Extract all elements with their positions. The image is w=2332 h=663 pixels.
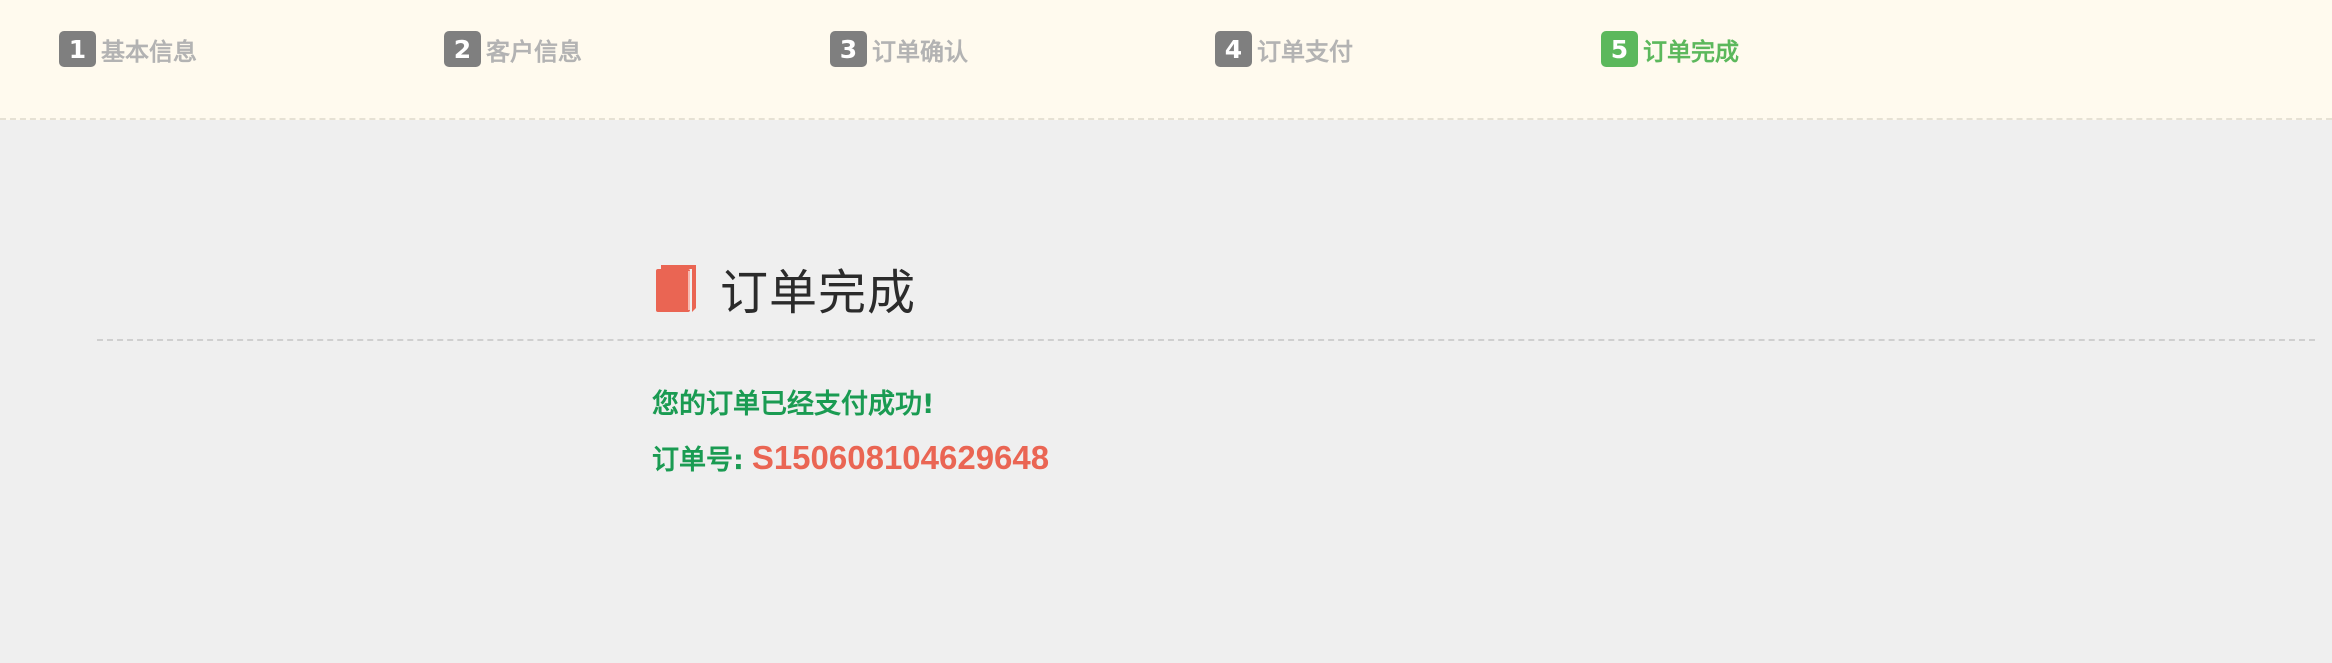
step-label: 订单完成 bbox=[1643, 37, 1739, 66]
step-number: 5 bbox=[1601, 31, 1638, 67]
step-label: 基本信息 bbox=[101, 37, 197, 66]
step-label: 订单支付 bbox=[1257, 37, 1353, 66]
step-customer-info[interactable]: 2 客户信息 bbox=[444, 31, 582, 67]
step-order-complete[interactable]: 5 订单完成 bbox=[1601, 31, 1739, 67]
payment-success-message: 您的订单已经支付成功! bbox=[652, 389, 935, 420]
step-number: 2 bbox=[444, 31, 481, 67]
step-number: 4 bbox=[1215, 31, 1252, 67]
step-order-payment[interactable]: 4 订单支付 bbox=[1215, 31, 1353, 67]
book-icon bbox=[656, 265, 696, 312]
order-number-row: 订单号: S150608104629648 bbox=[652, 438, 1049, 477]
title-divider bbox=[97, 339, 2315, 341]
page-title-row: 订单完成 bbox=[654, 258, 916, 321]
step-number: 1 bbox=[59, 31, 96, 67]
order-number-label: 订单号: bbox=[652, 445, 744, 476]
page-title: 订单完成 bbox=[720, 265, 917, 321]
step-label: 订单确认 bbox=[872, 37, 968, 66]
order-stepper: 1 基本信息 2 客户信息 3 订单确认 4 订单支付 5 订单完成 bbox=[0, 0, 2332, 120]
step-order-confirm[interactable]: 3 订单确认 bbox=[830, 31, 968, 67]
step-basic-info[interactable]: 1 基本信息 bbox=[59, 31, 197, 67]
step-label: 客户信息 bbox=[486, 37, 582, 66]
order-complete-page: 1 基本信息 2 客户信息 3 订单确认 4 订单支付 5 订单完成 订单完成 … bbox=[0, 0, 2332, 663]
order-number-value: S150608104629648 bbox=[751, 439, 1050, 476]
step-number: 3 bbox=[830, 31, 867, 67]
